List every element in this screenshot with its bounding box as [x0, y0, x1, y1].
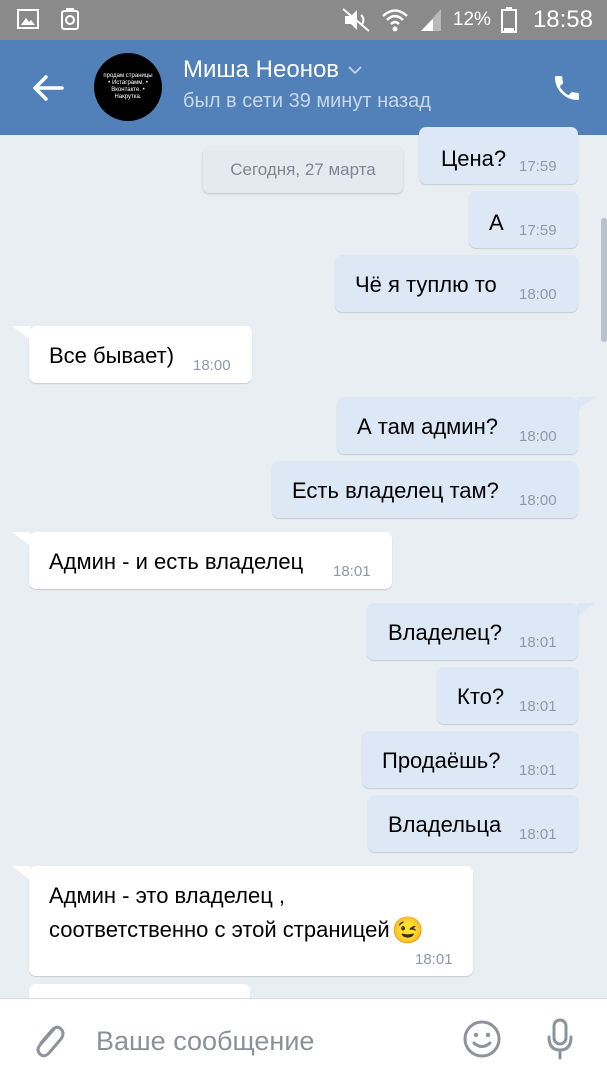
wink-emoji-icon: 😉 [391, 915, 425, 945]
wifi-icon [382, 9, 408, 32]
microphone-icon[interactable] [544, 1017, 576, 1061]
clock: 18:58 [532, 6, 593, 33]
message-time: 18:00 [519, 492, 557, 509]
message-tail [12, 532, 30, 546]
status-bar: 12% 18:58 [0, 0, 607, 40]
message-time: 18:01 [333, 563, 371, 580]
message-outgoing[interactable]: Владельца 18:01 [368, 795, 578, 852]
message-text: Кто? [457, 684, 505, 709]
message-time: 18:01 [415, 951, 453, 968]
message-time: 18:00 [193, 357, 231, 374]
message-time: 18:00 [519, 286, 557, 303]
contact-status: был в сети 39 минут назад [183, 90, 431, 112]
arrow-left-icon[interactable] [30, 70, 66, 106]
message-text: Владельца [388, 812, 502, 837]
message-text-line-1: Админ - это владелец , [49, 883, 286, 908]
message-text: А [489, 210, 504, 235]
message-incoming[interactable]: Админ - и есть владелец 18:01 [29, 532, 392, 589]
date-separator: Сегодня, 27 марта [203, 147, 403, 193]
message-input[interactable] [96, 1019, 436, 1063]
message-time: 18:01 [519, 762, 557, 779]
message-text: Админ - и есть владелец [49, 549, 304, 574]
message-text: А там админ? [357, 414, 498, 439]
message-outgoing[interactable]: Цена? 17:59 [419, 127, 578, 184]
phone-icon[interactable] [551, 72, 583, 104]
message-text: соответственно с этой страницей [49, 917, 390, 942]
message-text: Цена? [441, 146, 507, 171]
message-time: 17:59 [519, 158, 557, 175]
message-text: Есть владелец там? [292, 478, 499, 503]
message-tail [577, 397, 595, 411]
message-incoming[interactable]: Все бывает) 18:00 [29, 326, 252, 383]
scrollbar[interactable] [601, 218, 607, 342]
chat-header [0, 40, 607, 135]
signal-icon [420, 9, 441, 31]
mute-icon [342, 8, 370, 32]
avatar-text: продам страницы • Истаграмм. • Вконтакте… [103, 73, 153, 100]
gallery-icon [17, 9, 39, 29]
recycle-icon [61, 8, 79, 30]
message-text-line-2: соответственно с этой страницей 😉 [49, 917, 424, 943]
chevron-down-icon [348, 66, 362, 75]
contact-name-row[interactable]: Миша Неонов [183, 56, 363, 84]
message-outgoing[interactable]: Есть владелец там? 18:00 [272, 461, 578, 518]
emoji-icon[interactable] [462, 1019, 502, 1059]
message-text: Все бывает) [49, 343, 175, 368]
message-text: Чё я туплю то [355, 272, 497, 297]
message-incoming[interactable]: Админ - это владелец , соответственно с … [29, 866, 473, 976]
message-outgoing[interactable]: Продаёшь? 18:01 [362, 731, 578, 788]
message-outgoing[interactable]: А 17:59 [469, 191, 578, 248]
message-composer [0, 998, 607, 1081]
contact-name: Миша Неонов [183, 56, 340, 83]
message-outgoing[interactable]: А там админ? 18:00 [337, 397, 578, 454]
message-outgoing[interactable]: Кто? 18:01 [437, 667, 578, 724]
message-text: Продаёшь? [382, 748, 501, 773]
message-tail [577, 603, 595, 617]
message-time: 18:01 [519, 634, 557, 651]
message-time: 18:01 [519, 826, 557, 843]
message-tail [12, 326, 30, 340]
message-time: 18:01 [519, 698, 557, 715]
message-text: Владелец? [388, 620, 502, 645]
paperclip-icon[interactable] [30, 1019, 66, 1059]
battery-percentage: 12% [452, 9, 491, 30]
battery-icon [500, 7, 517, 33]
message-time: 18:00 [519, 428, 557, 445]
message-time: 17:59 [519, 222, 557, 239]
message-outgoing[interactable]: Владелец? 18:01 [367, 603, 578, 660]
message-tail [12, 866, 30, 880]
avatar[interactable]: продам страницы • Истаграмм. • Вконтакте… [94, 53, 162, 121]
message-outgoing[interactable]: Чё я туплю то 18:00 [335, 255, 578, 312]
